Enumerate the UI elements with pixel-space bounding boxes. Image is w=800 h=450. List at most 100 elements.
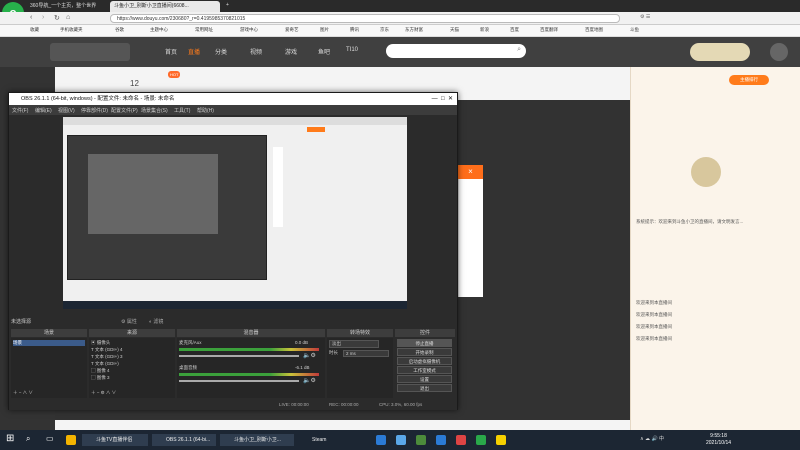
scene-item[interactable]: 场景 [13,340,85,346]
transition-select[interactable]: 淡出 [329,340,379,348]
promo-banner[interactable] [690,43,750,61]
menu-file[interactable]: 文件(F) [12,107,28,114]
taskbar-browser[interactable]: 斗鱼小卫_别斯小卫... [220,434,294,446]
app-icon[interactable] [416,435,426,445]
bookmark-item[interactable]: 天猫 [450,27,459,33]
bookmark-item[interactable]: 腾讯 [350,27,359,33]
search-icon[interactable]: ⌕ [26,434,30,444]
bookmark-item[interactable]: 新浪 [480,27,489,33]
nav-live[interactable]: 直播 [188,47,200,56]
virtual-camera-button[interactable]: 启动虚拟摄像机 [397,357,452,365]
bookmark-item[interactable]: 图片 [320,27,329,33]
speaker-icon[interactable]: 🔈⚙ [303,377,316,384]
avatar[interactable] [770,43,788,61]
bookmark-item[interactable]: 爱奇艺 [285,27,299,33]
bookmark-item[interactable]: 谷歌 [115,27,124,33]
source-item[interactable]: T 文本 (GDI+) 4 [91,347,123,353]
source-item[interactable]: ▢ 图像 3 [91,375,110,381]
nav-video[interactable]: 视频 [250,47,262,56]
bookmark-item[interactable]: 收藏 [30,27,39,33]
volume-slider[interactable] [179,380,299,382]
duration-input[interactable]: 2 ms [343,350,389,357]
nav-game[interactable]: 游戏 [285,47,297,56]
bookmark-item[interactable]: 东方财富 [405,27,423,33]
refresh-icon[interactable]: ↻ [54,14,60,22]
forward-icon[interactable]: › [42,14,44,21]
bookmark-item[interactable]: 百度 [510,27,519,33]
taskbar-obs[interactable]: OBS 26.1.1 (64-bi... [152,434,216,446]
bookmark-item[interactable]: 百度翻译 [540,27,558,33]
source-item[interactable]: ▢ 图像 4 [91,368,110,374]
taskbar-douyu-companion[interactable]: 斗鱼TV直播伴侣 [82,434,148,446]
exit-button[interactable]: 退出 [397,384,452,392]
bookmark-item[interactable]: 斗鱼 [630,27,639,33]
bookmark-item[interactable]: 京东 [380,27,389,33]
app-icon[interactable] [456,435,466,445]
nav-category[interactable]: 分类 [215,47,227,56]
site-search-input[interactable]: ⌕ [386,44,526,58]
app-icon[interactable] [476,435,486,445]
volume-slider[interactable] [179,355,299,357]
start-recording-button[interactable]: 开始录制 [397,348,452,356]
app-icon[interactable] [376,435,386,445]
tab-360-home[interactable]: 360导航_一个主页，整个世界 [26,1,108,12]
nav-ti10[interactable]: TI10 [346,47,358,53]
home-icon[interactable]: ⌂ [66,14,70,21]
menu-edit[interactable]: 编辑(E) [35,107,52,114]
chat-system-message: 系统提示：欢迎来到斗鱼小卫的直播间，请文明发言... [636,219,744,224]
browser-tab-bar: 360导航_一个主页，整个世界 斗鱼小卫_别斯小卫直播间(6608... + [0,0,800,12]
menu-docks[interactable]: 停靠部件(D) [81,107,108,114]
source-item[interactable]: ▣ 摄像头 [91,340,110,346]
studio-mode-button[interactable]: 工作室模式 [397,366,452,374]
new-tab-button[interactable]: + [222,1,232,12]
menu-scene-collection[interactable]: 场景集合(S) [141,107,168,114]
badge-icon [691,157,721,187]
properties-button[interactable]: ⚙ 属性 [121,318,137,325]
source-item[interactable]: T 文本 (GDI+) 3 [91,354,123,360]
chat-message: 欢迎来到本直播间 [636,324,672,329]
speaker-icon[interactable]: 🔈⚙ [303,352,316,359]
bookmark-item[interactable]: 主题中心 [150,27,168,33]
close-icon[interactable]: × [458,165,483,179]
menu-view[interactable]: 视图(V) [58,107,75,114]
obs-preview[interactable] [63,117,407,309]
nav-fishbar[interactable]: 鱼吧 [318,47,330,56]
mixer-dock-header: 混音器 [177,329,325,337]
tray-icons[interactable]: ∧ ☁ 🔊 中 [640,435,664,442]
menu-tools[interactable]: 工具(T) [174,107,190,114]
menu-profile[interactable]: 配置文件(P) [111,107,138,114]
site-logo[interactable] [50,43,130,61]
task-view-icon[interactable]: ▭ [46,434,54,443]
search-icon[interactable]: ⌕ [517,46,521,54]
mixer-channel-db: -6.1 dB [295,365,310,370]
ranking-button[interactable]: 主播排行 [729,75,769,85]
source-item[interactable]: T 文本 (GDI+) [91,361,119,367]
bookmark-item[interactable]: 游戏中心 [240,27,258,33]
extensions-icon[interactable]: ⚙ ☰ [640,14,650,20]
source-label: 文本 (GDI+) 4 [94,347,123,352]
file-explorer-icon[interactable] [66,435,76,445]
obs-title-bar: OBS 26.1.1 (64-bit, windows) - 配置文件: 未命名… [9,93,457,105]
taskbar-clock[interactable]: 9:55:18 2021/10/14 [706,433,731,447]
window-controls-icon[interactable]: — □ ✕ [432,93,453,105]
filters-button[interactable]: ◐ 滤镜 [149,318,163,325]
scenes-dock: 场景 ＋ − ∧ ∨ [11,338,87,398]
nav-home[interactable]: 首页 [165,47,177,56]
url-input[interactable]: https://www.douyu.com/230680?_r=0.419598… [110,14,620,23]
windows-start-icon[interactable]: ⊞ [6,433,14,444]
live-time: LIVE: 00:00:00 [279,402,309,407]
app-icon[interactable] [496,435,506,445]
menu-help[interactable]: 帮助(H) [197,107,214,114]
app-icon[interactable] [396,435,406,445]
bookmark-item[interactable]: 手机收藏夹 [60,27,83,33]
back-icon[interactable]: ‹ [30,14,32,21]
scene-add-icon[interactable]: ＋ − ∧ ∨ [13,390,33,396]
tab-douyu[interactable]: 斗鱼小卫_别斯小卫直播间(6608... [110,1,220,12]
source-add-icon[interactable]: ＋ − ⚙ ∧ ∨ [91,390,116,396]
bookmark-item[interactable]: 常用网址 [195,27,213,33]
stop-streaming-button[interactable]: 停止直播 [397,339,452,347]
taskbar-steam[interactable]: Steam [298,434,338,446]
bookmark-item[interactable]: 百度地图 [585,27,603,33]
settings-button[interactable]: 设置 [397,375,452,383]
app-icon[interactable] [436,435,446,445]
